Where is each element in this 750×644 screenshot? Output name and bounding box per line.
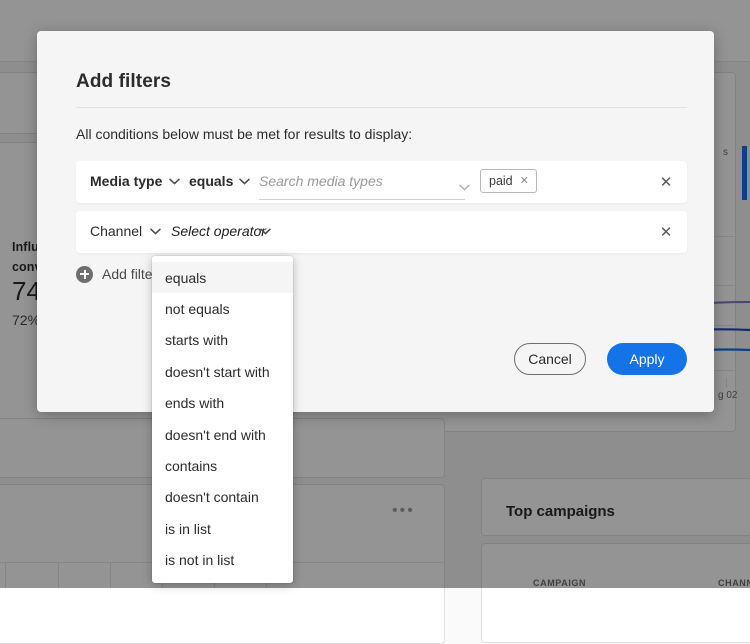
add-filters-dialog: Add filters All conditions below must be… — [37, 31, 714, 412]
operator-option-ends-with[interactable]: ends with — [152, 388, 293, 419]
filter-value-tag-paid[interactable]: paid ✕ — [480, 169, 537, 193]
operator-option-doesn-t-start-with[interactable]: doesn't start with — [152, 356, 293, 387]
add-filter-label: Add filter — [102, 266, 157, 282]
chevron-down-icon[interactable] — [459, 178, 470, 185]
filter-field-select-0[interactable]: Media type — [90, 173, 162, 189]
filter-row: Channel Select operator ✕ — [76, 211, 687, 253]
dialog-subtitle: All conditions below must be met for res… — [76, 126, 412, 142]
dialog-title: Add filters — [76, 71, 171, 93]
operator-option-contains[interactable]: contains — [152, 450, 293, 481]
tag-label: paid — [489, 174, 513, 188]
remove-filter-row-button[interactable]: ✕ — [657, 223, 675, 241]
operator-option-is-not-in-list[interactable]: is not in list — [152, 545, 293, 576]
operator-option-not-equals[interactable]: not equals — [152, 293, 293, 324]
dialog-title-divider — [76, 107, 687, 108]
remove-filter-row-button[interactable]: ✕ — [657, 173, 675, 191]
operator-option-is-in-list[interactable]: is in list — [152, 513, 293, 544]
filter-field-select-1[interactable]: Channel — [90, 223, 142, 239]
close-icon[interactable]: ✕ — [520, 176, 529, 187]
chevron-down-icon[interactable] — [239, 178, 250, 185]
apply-button[interactable]: Apply — [607, 343, 687, 375]
filter-row: Media type equals Search media types pai… — [76, 161, 687, 203]
operator-dropdown-menu: equalsnot equalsstarts withdoesn't start… — [152, 256, 293, 583]
cancel-button[interactable]: Cancel — [514, 343, 586, 375]
add-filter-button[interactable]: Add filter — [76, 260, 157, 288]
filter-value-input-0[interactable]: Search media types — [259, 173, 383, 189]
operator-option-equals[interactable]: equals — [152, 262, 293, 293]
operator-option-doesn-t-contain[interactable]: doesn't contain — [152, 482, 293, 513]
filter-operator-select-0[interactable]: equals — [189, 173, 233, 189]
operator-option-starts-with[interactable]: starts with — [152, 325, 293, 356]
chevron-down-icon[interactable] — [169, 178, 180, 185]
filter-value-underline-0 — [259, 199, 465, 200]
plus-circle-icon — [76, 266, 93, 283]
chevron-down-icon[interactable] — [260, 228, 271, 235]
operator-option-doesn-t-end-with[interactable]: doesn't end with — [152, 419, 293, 450]
filter-operator-select-1[interactable]: Select operator — [171, 223, 266, 239]
chevron-down-icon[interactable] — [150, 228, 161, 235]
